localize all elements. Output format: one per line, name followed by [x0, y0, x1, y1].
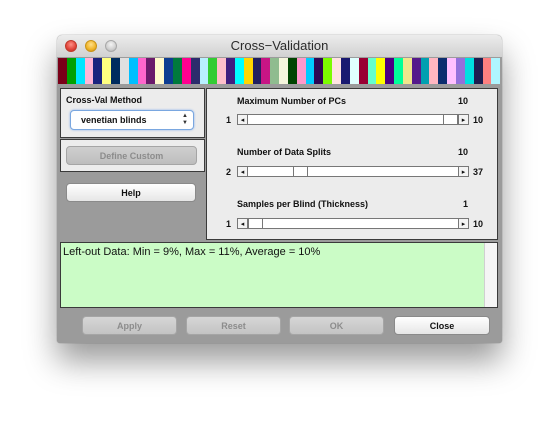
max-pcs-slider[interactable]: ◂ ▸ — [237, 114, 469, 125]
color-stripe — [482, 58, 492, 84]
color-stripe — [137, 58, 147, 84]
color-stripe — [128, 58, 138, 84]
color-stripe — [314, 58, 324, 84]
color-stripe — [420, 58, 430, 84]
title-bar[interactable]: Cross−Validation — [57, 35, 502, 58]
color-stripe — [305, 58, 315, 84]
color-stripe — [429, 58, 439, 84]
color-stripe — [234, 58, 244, 84]
cross-validation-window: Cross−Validation Cross-Val Method veneti… — [57, 35, 502, 343]
left-out-data-text: Left-out Data: Min = 9%, Max = 11%, Aver… — [63, 246, 321, 258]
left-out-data-output: Left-out Data: Min = 9%, Max = 11%, Aver… — [60, 242, 498, 308]
color-stripe — [402, 58, 412, 84]
color-stripe — [385, 58, 395, 84]
color-stripe — [164, 58, 173, 84]
slider-right-arrow-icon[interactable]: ▸ — [458, 166, 469, 177]
color-stripe — [473, 58, 483, 84]
color-stripe — [491, 58, 501, 84]
method-select[interactable]: venetian blinds ▲ ▼ — [70, 110, 194, 130]
blind-thickness-max: 10 — [473, 219, 484, 229]
color-stripe — [93, 58, 103, 84]
color-stripe — [287, 58, 297, 84]
color-stripe — [226, 58, 235, 84]
max-pcs-min: 1 — [226, 115, 232, 125]
max-pcs-slider-thumb[interactable] — [443, 115, 458, 124]
define-custom-button[interactable]: Define Custom — [66, 146, 197, 165]
ok-button[interactable]: OK — [289, 316, 384, 335]
color-stripe — [111, 58, 120, 84]
data-splits-label: Number of Data Splits — [237, 147, 332, 157]
color-stripe — [270, 58, 280, 84]
color-stripe — [279, 58, 288, 84]
color-stripe — [296, 58, 306, 84]
color-stripe — [84, 58, 94, 84]
select-arrows-icon: ▲ ▼ — [182, 113, 188, 126]
color-stripe — [323, 58, 333, 84]
blind-thickness-min: 1 — [226, 219, 232, 229]
data-splits-slider[interactable]: ◂ ▸ — [237, 166, 469, 177]
max-pcs-max: 10 — [473, 115, 484, 125]
color-stripe — [455, 58, 465, 84]
color-stripe — [358, 58, 368, 84]
slider-left-arrow-icon[interactable]: ◂ — [237, 218, 248, 229]
parameters-panel: Maximum Number of PCs 10 1 ◂ ▸ 10 Number… — [206, 88, 498, 240]
data-splits-value: 10 — [458, 147, 469, 157]
color-stripe — [447, 58, 456, 84]
blind-thickness-value: 1 — [463, 199, 469, 209]
color-stripe-banner — [58, 58, 501, 84]
method-label: Cross-Val Method — [66, 95, 143, 105]
color-stripe — [172, 58, 182, 84]
color-stripe — [217, 58, 227, 84]
max-pcs-label: Maximum Number of PCs — [237, 96, 347, 106]
color-stripe — [261, 58, 271, 84]
color-stripe — [75, 58, 85, 84]
method-panel: Cross-Val Method venetian blinds ▲ ▼ — [60, 88, 205, 138]
color-stripe — [190, 58, 200, 84]
color-stripe — [367, 58, 377, 84]
slider-right-arrow-icon[interactable]: ▸ — [458, 218, 469, 229]
color-stripe — [119, 58, 129, 84]
color-stripe — [376, 58, 386, 84]
color-stripe — [438, 58, 448, 84]
blind-thickness-slider[interactable]: ◂ ▸ — [237, 218, 469, 229]
blind-thickness-label: Samples per Blind (Thickness) — [237, 199, 369, 209]
color-stripe — [341, 58, 350, 84]
data-splits-slider-thumb[interactable] — [292, 167, 308, 176]
output-scrollbar[interactable] — [484, 243, 497, 307]
window-title: Cross−Validation — [230, 38, 329, 53]
data-splits-max: 37 — [473, 167, 484, 177]
color-stripe — [464, 58, 474, 84]
blind-thickness-slider-thumb[interactable] — [248, 219, 263, 228]
max-pcs-value: 10 — [458, 96, 469, 106]
color-stripe — [349, 58, 359, 84]
color-stripe — [208, 58, 218, 84]
reset-button[interactable]: Reset — [186, 316, 281, 335]
color-stripe — [394, 58, 403, 84]
color-stripe — [332, 58, 341, 84]
color-stripe — [199, 58, 209, 84]
slider-left-arrow-icon[interactable]: ◂ — [237, 166, 248, 177]
color-stripe — [252, 58, 262, 84]
color-stripe — [58, 58, 67, 84]
close-button[interactable]: Close — [394, 316, 490, 335]
slider-left-arrow-icon[interactable]: ◂ — [237, 114, 248, 125]
color-stripe — [102, 58, 112, 84]
color-stripe — [181, 58, 191, 84]
custom-panel: Define Custom — [60, 139, 205, 172]
color-stripe — [411, 58, 421, 84]
color-stripe — [66, 58, 76, 84]
color-stripe — [243, 58, 253, 84]
color-stripe — [146, 58, 156, 84]
data-splits-min: 2 — [226, 167, 232, 177]
slider-right-arrow-icon[interactable]: ▸ — [458, 114, 469, 125]
color-stripe — [155, 58, 165, 84]
method-select-value: venetian blinds — [81, 115, 147, 125]
help-button[interactable]: Help — [66, 183, 196, 202]
apply-button[interactable]: Apply — [82, 316, 177, 335]
